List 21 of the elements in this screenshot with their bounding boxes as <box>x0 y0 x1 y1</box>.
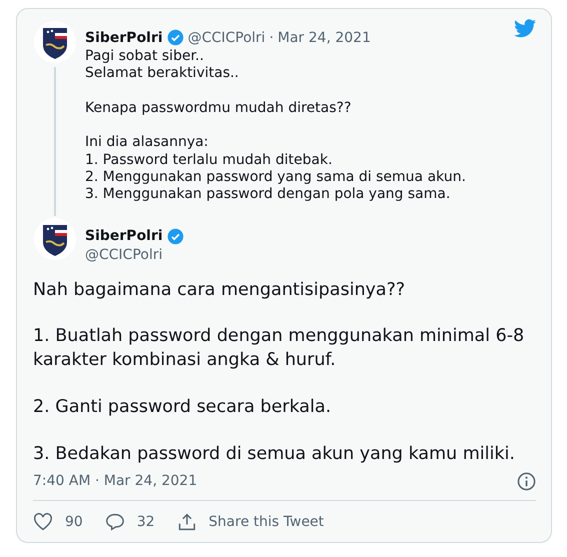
author-name[interactable]: SiberPolri <box>85 30 163 46</box>
verified-badge-icon <box>166 228 184 245</box>
heart-icon[interactable] <box>33 512 53 531</box>
share-icon[interactable] <box>176 512 197 531</box>
tweet-date[interactable]: Mar 24, 2021 <box>278 30 371 46</box>
share-link[interactable]: Share this Tweet <box>208 514 324 530</box>
verified-badge-icon <box>166 29 184 46</box>
tweet-timestamp[interactable]: 7:40 AM · Mar 24, 2021 <box>33 473 198 490</box>
bird-logo-icon[interactable] <box>513 19 537 39</box>
reply-count: 32 <box>136 514 155 530</box>
separator-dot: · <box>269 30 274 46</box>
shield-logo <box>34 218 76 260</box>
speech-bubble-icon[interactable] <box>104 512 125 531</box>
info-icon[interactable] <box>517 472 536 491</box>
tweet-text: Pagi sobat siber.. Selamat beraktivitas.. Kenapa passwordmu mudah diretas?? Ini dia alasannya: 1. Password terlalu mudah ditebak. 2. Menggunakan password yang sama di semua akun. 3. Menggunakan password dengan pola yang sama. <box>85 48 466 204</box>
like-count: 90 <box>65 514 83 530</box>
author-name[interactable]: SiberPolri <box>85 228 163 244</box>
shield-logo <box>34 21 76 63</box>
tweet-text: Nah bagaimana cara mengantisipasinya?? 1. Buatlah password dengan menggunakan minimal 6-8 karakter kombinasi angka & huruf. 2. Ganti password secara berkala. 3. Bedakan password di semua akun yang kamu miliki. <box>33 278 526 466</box>
author-handle[interactable]: @CCICPolri <box>188 30 266 46</box>
author-handle[interactable]: @CCICPolri <box>85 246 184 263</box>
